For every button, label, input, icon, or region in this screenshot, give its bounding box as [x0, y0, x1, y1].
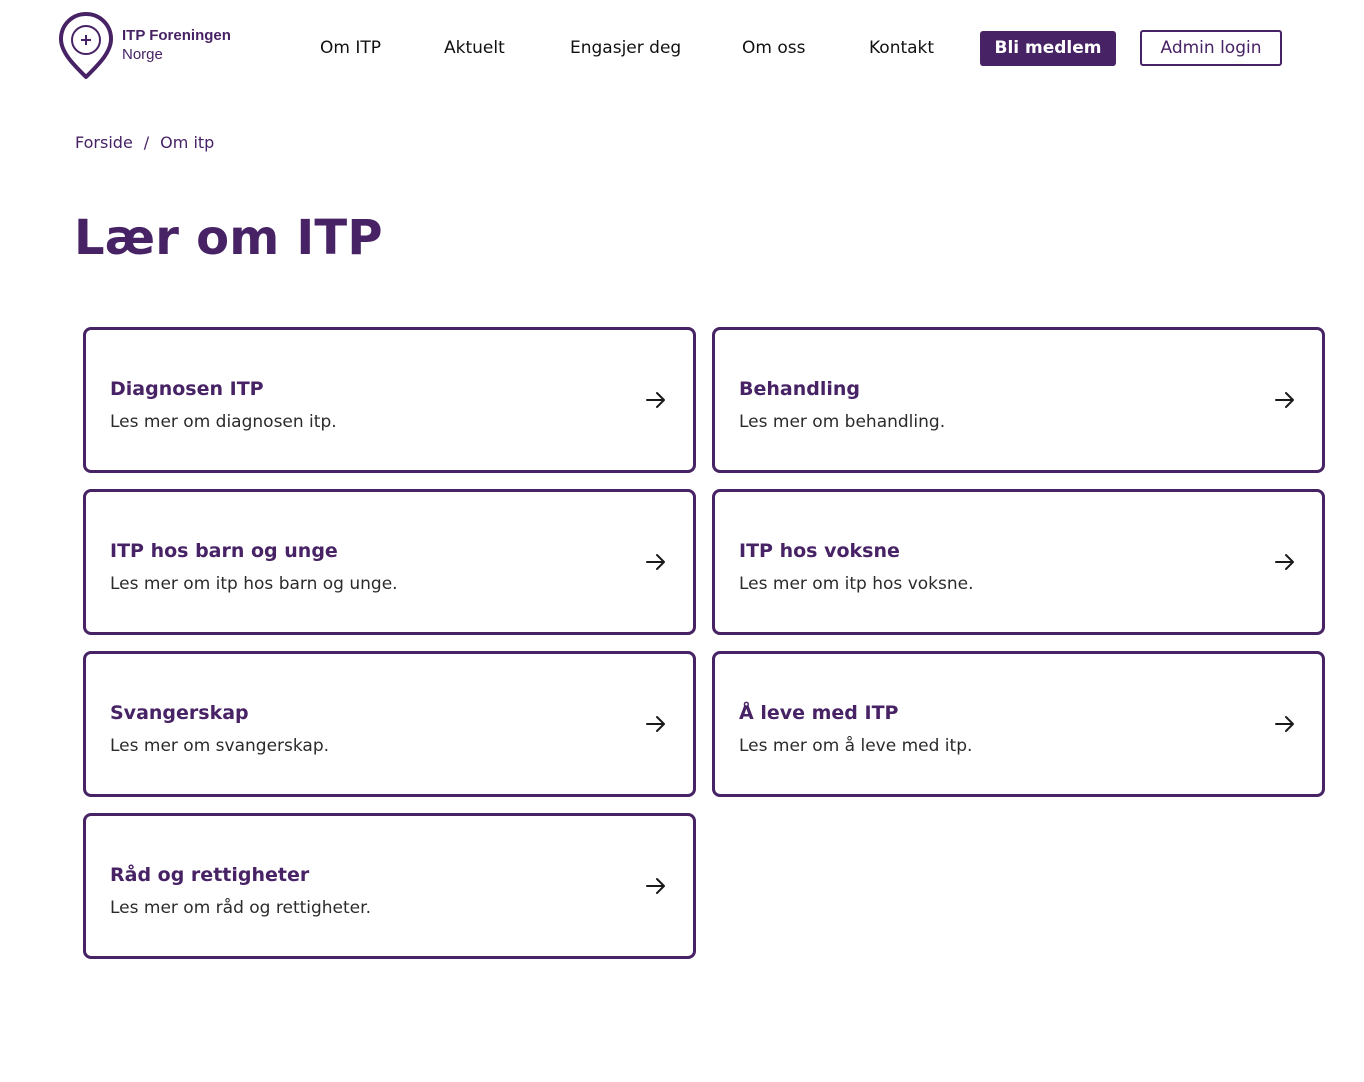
card-title: ITP hos barn og unge	[110, 540, 338, 562]
nav-item-om-oss[interactable]: Om oss	[742, 30, 805, 66]
card-title: ITP hos voksne	[739, 540, 900, 562]
become-member-button[interactable]: Bli medlem	[980, 31, 1116, 66]
card-title: Svangerskap	[110, 702, 249, 724]
nav-item-om-itp[interactable]: Om ITP	[320, 30, 381, 66]
card-description: Les mer om itp hos voksne.	[739, 574, 974, 594]
logo-name-line1: ITP Foreningen	[122, 27, 231, 44]
card-description: Les mer om behandling.	[739, 412, 946, 432]
arrow-right-icon	[646, 554, 665, 570]
breadcrumb: Forside / Om itp	[75, 131, 214, 153]
breadcrumb-separator: /	[143, 132, 150, 152]
card-description: Les mer om diagnosen itp.	[110, 412, 337, 432]
page-title: Lær om ITP	[74, 210, 383, 266]
card-diagnosen-itp[interactable]: Diagnosen ITP Les mer om diagnosen itp.	[83, 327, 696, 473]
arrow-right-icon	[646, 392, 665, 408]
card-title: Å leve med ITP	[739, 702, 899, 724]
card-title: Råd og rettigheter	[110, 864, 310, 886]
arrow-right-icon	[1275, 392, 1294, 408]
nav-item-kontakt[interactable]: Kontakt	[869, 30, 934, 66]
arrow-right-icon	[1275, 716, 1294, 732]
card-description: Les mer om å leve med itp.	[739, 736, 973, 756]
arrow-right-icon	[646, 878, 665, 894]
card-svangerskap[interactable]: Svangerskap Les mer om svangerskap.	[83, 651, 696, 797]
admin-login-button[interactable]: Admin login	[1140, 30, 1282, 66]
card-behandling[interactable]: Behandling Les mer om behandling.	[712, 327, 1325, 473]
arrow-right-icon	[1275, 554, 1294, 570]
logo-name-line2: Norge	[122, 46, 163, 63]
page: ITP Foreningen Norge Om ITP Aktuelt Enga…	[0, 0, 1364, 1082]
card-itp-hos-barn-og-unge[interactable]: ITP hos barn og unge Les mer om itp hos …	[83, 489, 696, 635]
card-description: Les mer om itp hos barn og unge.	[110, 574, 398, 594]
card-title: Diagnosen ITP	[110, 378, 264, 400]
logo-text: ITP Foreningen Norge	[122, 26, 231, 64]
card-description: Les mer om råd og rettigheter.	[110, 898, 371, 918]
card-a-leve-med-itp[interactable]: Å leve med ITP Les mer om å leve med itp…	[712, 651, 1325, 797]
breadcrumb-item-home[interactable]: Forside	[75, 133, 133, 152]
card-itp-hos-voksne[interactable]: ITP hos voksne Les mer om itp hos voksne…	[712, 489, 1325, 635]
card-title: Behandling	[739, 378, 860, 400]
nav-item-aktuelt[interactable]: Aktuelt	[444, 30, 505, 66]
card-description: Les mer om svangerskap.	[110, 736, 330, 756]
site-header: ITP Foreningen Norge Om ITP Aktuelt Enga…	[0, 0, 1364, 96]
breadcrumb-item-current: Om itp	[160, 132, 215, 152]
site-logo-link[interactable]: ITP Foreningen Norge	[58, 10, 231, 80]
nav-item-engasjer-deg[interactable]: Engasjer deg	[570, 30, 681, 66]
card-rad-og-rettigheter[interactable]: Råd og rettigheter Les mer om råd og ret…	[83, 813, 696, 959]
arrow-right-icon	[646, 716, 665, 732]
location-pin-logo-icon	[59, 12, 113, 79]
